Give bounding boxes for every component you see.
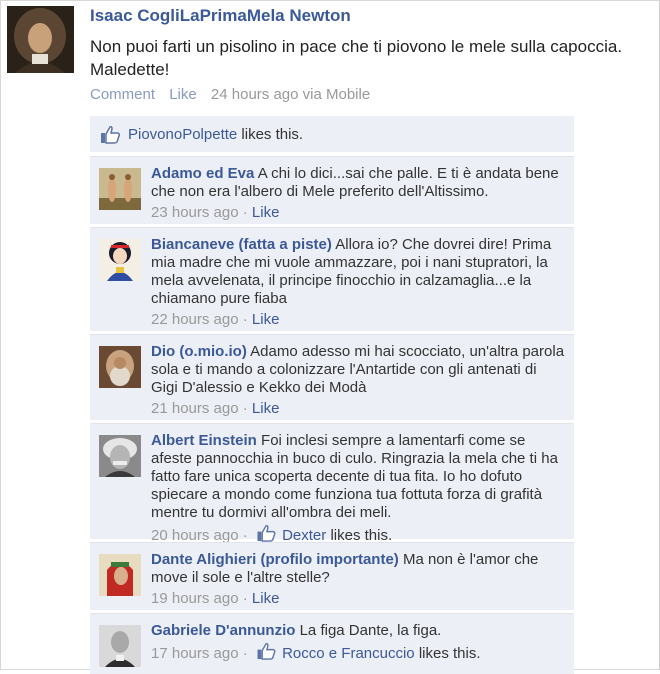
likes-suffix: likes this.: [237, 126, 304, 143]
comment-author[interactable]: Albert Einstein: [151, 432, 257, 449]
post-timestamp: 24 hours ago via Mobile: [210, 86, 371, 103]
comment-body: Dio (o.mio.io) Adamo adesso mi hai scocc…: [151, 343, 566, 418]
comment-meta: 21 hours ago · Like: [151, 400, 566, 418]
dio-avatar[interactable]: [99, 346, 141, 388]
liker-suffix: likes this.: [414, 645, 481, 662]
comment-item: Adamo ed Eva A chi lo dici...sai che pal…: [90, 156, 574, 224]
comment-author[interactable]: Dante Alighieri (profilo importante): [151, 551, 399, 568]
separator: ·: [242, 204, 248, 221]
adamo-eva-avatar[interactable]: [99, 168, 141, 210]
comment-meta: 22 hours ago · Like: [151, 311, 566, 329]
separator: ·: [242, 590, 248, 607]
comment-like-link[interactable]: Like: [252, 311, 280, 328]
feedback-box: PiovonoPolpette likes this. Adamo ed Eva…: [90, 116, 574, 674]
like-link[interactable]: Like: [169, 86, 197, 103]
comment-item: Dio (o.mio.io) Adamo adesso mi hai scocc…: [90, 334, 574, 420]
separator: ·: [242, 311, 248, 328]
comment-link[interactable]: Comment: [90, 86, 155, 103]
post-text: Non puoi farti un pisolino in pace che t…: [90, 37, 623, 79]
thumbs-up-icon: [101, 126, 120, 144]
likes-summary: PiovonoPolpette likes this.: [90, 116, 574, 153]
comment-meta: 17 hours ago · Rocco e Francuccio likes …: [151, 643, 566, 663]
comment-timestamp: 19 hours ago: [151, 590, 239, 607]
thumbs-up-icon: [257, 643, 276, 660]
comment-item: Gabriele D'annunzio La figa Dante, la fi…: [90, 613, 574, 674]
comment-timestamp: 22 hours ago: [151, 311, 239, 328]
dante-avatar[interactable]: [99, 554, 141, 596]
dannunzio-avatar[interactable]: [99, 625, 141, 667]
liker-name[interactable]: PiovonoPolpette: [128, 126, 237, 143]
comment-body: Albert Einstein Foi inclesi sempre a lam…: [151, 432, 566, 545]
comment-author[interactable]: Biancaneve (fatta a piste): [151, 236, 332, 253]
comment-author[interactable]: Adamo ed Eva: [151, 165, 254, 182]
comment-body: Dante Alighieri (profilo importante) Ma …: [151, 551, 566, 608]
comment-body: Gabriele D'annunzio La figa Dante, la fi…: [151, 622, 566, 663]
comment-like-link[interactable]: Like: [252, 590, 280, 607]
comment-timestamp: 17 hours ago: [151, 645, 239, 662]
post-actions: Comment Like 24 hours ago via Mobile: [90, 86, 380, 103]
thumbs-up-icon: [257, 525, 276, 542]
comment-timestamp: 23 hours ago: [151, 204, 239, 221]
biancaneve-avatar[interactable]: [99, 239, 141, 281]
comment-author[interactable]: Gabriele D'annunzio: [151, 622, 295, 639]
newton-avatar[interactable]: [7, 6, 74, 73]
comment-item: Biancaneve (fatta a piste) Allora io? Ch…: [90, 227, 574, 331]
comment-body: Adamo ed Eva A chi lo dici...sai che pal…: [151, 165, 566, 222]
comment-timestamp: 21 hours ago: [151, 400, 239, 417]
comment-author[interactable]: Dio (o.mio.io): [151, 343, 247, 360]
comment-body: Biancaneve (fatta a piste) Allora io? Ch…: [151, 236, 566, 329]
comment-liker[interactable]: Rocco e Francuccio: [282, 645, 415, 662]
einstein-avatar[interactable]: [99, 435, 141, 477]
post-author[interactable]: Isaac CogliLaPrimaMela Newton: [90, 6, 351, 26]
separator: ·: [242, 645, 248, 662]
comment-text: La figa Dante, la figa.: [299, 622, 442, 639]
separator: ·: [242, 400, 248, 417]
comment-like-link[interactable]: Like: [252, 204, 280, 221]
comment-meta: 23 hours ago · Like: [151, 204, 566, 222]
comment-item: Albert Einstein Foi inclesi sempre a lam…: [90, 423, 574, 544]
comment-item: Dante Alighieri (profilo importante) Ma …: [90, 542, 574, 610]
comment-like-link[interactable]: Like: [252, 400, 280, 417]
comment-meta: 19 hours ago · Like: [151, 590, 566, 608]
